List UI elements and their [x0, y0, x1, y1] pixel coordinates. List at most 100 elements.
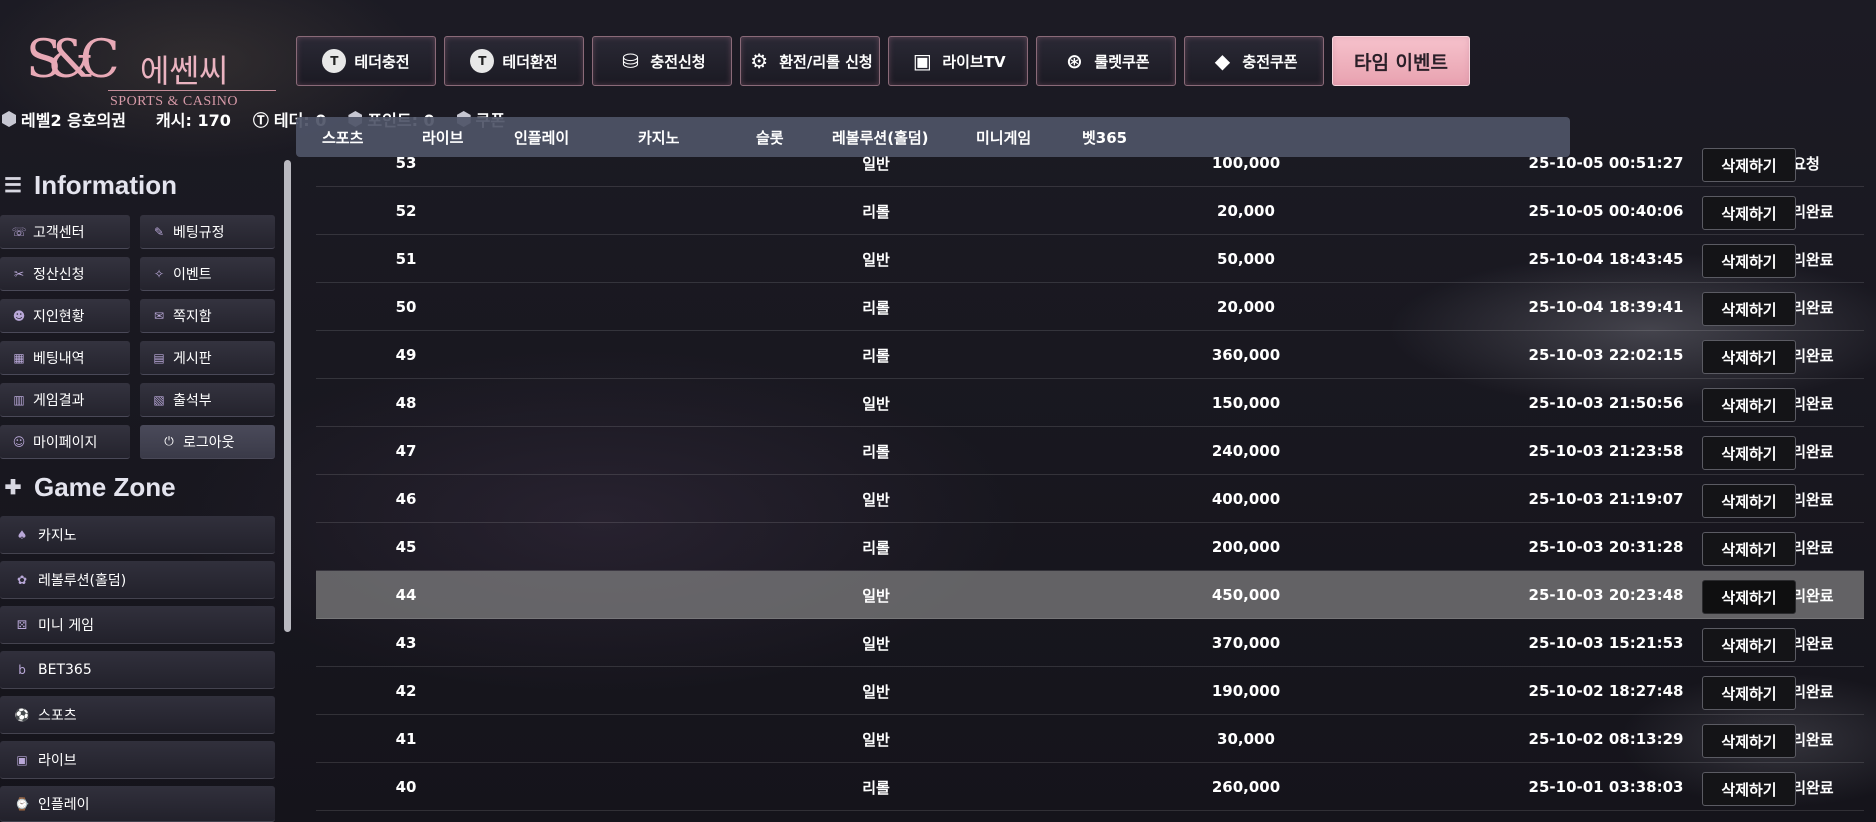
logout-button[interactable]: ⏻ 로그아웃 [140, 425, 275, 459]
delete-button[interactable]: 삭제하기 [1702, 388, 1796, 422]
row-type: 일반 [862, 730, 890, 749]
site-logo[interactable]: S&C 에쎈씨 SPORTS & CASINO [26, 34, 276, 114]
sidebar-item-event[interactable]: ✧ 이벤트 [140, 257, 275, 291]
row-id: 52 [395, 202, 417, 220]
sidebar-item-my-page[interactable]: ☺ 마이페이지 [0, 425, 130, 459]
delete-button[interactable]: 삭제하기 [1702, 340, 1796, 374]
game-item-inplay[interactable]: ⌚ 인플레이 [0, 786, 275, 822]
table-row[interactable]: 45 리롤 200,000 25-10-03 20:31:28 처리완료 삭제하기 [316, 523, 1864, 571]
game-item-revolution-holdem[interactable]: ✿ 레볼루션(홀덤) [0, 561, 275, 599]
sidebar-scrollbar[interactable] [284, 160, 291, 632]
live-tv-button[interactable]: ▣ 라이브TV [888, 36, 1028, 86]
settlement-icon: ✂ [13, 266, 25, 281]
logo-korean: 에쎈씨 [140, 52, 229, 90]
table-row[interactable]: 49 리롤 360,000 25-10-03 22:02:15 처리완료 삭제하기 [316, 331, 1864, 379]
delete-button[interactable]: 삭제하기 [1702, 724, 1796, 758]
table-row[interactable]: 51 일반 50,000 25-10-04 18:43:45 처리완료 삭제하기 [316, 235, 1864, 283]
row-type: 리롤 [862, 442, 890, 461]
information-heading: ☰ Information [0, 170, 177, 201]
delete-button[interactable]: 삭제하기 [1702, 436, 1796, 470]
sidebar-item-label: 베팅내역 [33, 350, 85, 367]
page: S&C 에쎈씨 SPORTS & CASINO T 테더충전 T 테더환전 ⛁ … [0, 0, 1876, 822]
sidebar-item-settlement[interactable]: ✂ 정산신청 [0, 257, 130, 291]
row-date: 25-10-03 21:50:56 [1528, 394, 1684, 412]
row-date: 25-10-03 20:23:48 [1528, 586, 1684, 604]
delete-button[interactable]: 삭제하기 [1702, 484, 1796, 518]
delete-button[interactable]: 삭제하기 [1702, 196, 1796, 230]
table-row[interactable]: 53 일반 100,000 25-10-05 00:51:27 요청 삭제하기 [316, 139, 1864, 187]
row-date: 25-10-03 22:02:15 [1528, 346, 1684, 364]
charge-coupon-button[interactable]: ◆ 충전쿠폰 [1184, 36, 1324, 86]
board-icon: ▤ [153, 350, 165, 365]
table-row[interactable]: 46 일반 400,000 25-10-03 21:19:07 처리완료 삭제하기 [316, 475, 1864, 523]
sidebar-item-messages[interactable]: ✉ 쪽지함 [140, 299, 275, 333]
tether-charge-button[interactable]: T 테더충전 [296, 36, 436, 86]
row-date: 25-10-02 18:27:48 [1528, 682, 1684, 700]
row-type: 일반 [862, 490, 890, 509]
sidebar-item-label: 게시판 [173, 350, 212, 367]
table-row[interactable]: 48 일반 150,000 25-10-03 21:50:56 처리완료 삭제하기 [316, 379, 1864, 427]
table-row[interactable]: 41 일반 30,000 25-10-02 08:13:29 처리완료 삭제하기 [316, 715, 1864, 763]
roulette-coupon-button[interactable]: ⊛ 룰렛쿠폰 [1036, 36, 1176, 86]
row-type: 일반 [862, 682, 890, 701]
row-amount: 360,000 [1211, 346, 1281, 364]
table-row[interactable]: 40 리롤 260,000 25-10-01 03:38:03 처리완료 삭제하기 [316, 763, 1864, 811]
delete-button[interactable]: 삭제하기 [1702, 580, 1796, 614]
row-date: 25-10-05 00:51:27 [1528, 154, 1684, 172]
game-item-bet365[interactable]: b BET365 [0, 651, 275, 689]
charge-request-button[interactable]: ⛁ 충전신청 [592, 36, 732, 86]
delete-button[interactable]: 삭제하기 [1702, 244, 1796, 278]
sidebar-item-customer-center[interactable]: ☏ 고객센터 [0, 215, 130, 249]
delete-button[interactable]: 삭제하기 [1702, 532, 1796, 566]
time-event-button[interactable]: 타임 이벤트 [1332, 36, 1470, 86]
sidebar-item-board[interactable]: ▤ 게시판 [140, 341, 275, 375]
game-item-casino[interactable]: ♠ 카지노 [0, 516, 275, 554]
row-id: 51 [395, 250, 417, 268]
sidebar-item-game-results[interactable]: ▥ 게임결과 [0, 383, 130, 417]
friends-icon: ☻ [12, 308, 26, 323]
table-row[interactable]: 43 일반 370,000 25-10-03 15:21:53 처리완료 삭제하기 [316, 619, 1864, 667]
table-row[interactable]: 52 리롤 20,000 25-10-05 00:40:06 처리완료 삭제하기 [316, 187, 1864, 235]
row-amount: 30,000 [1217, 730, 1275, 748]
table-row[interactable]: 47 리롤 240,000 25-10-03 21:23:58 처리완료 삭제하기 [316, 427, 1864, 475]
charge-coupon-label: 충전쿠폰 [1242, 52, 1298, 71]
row-type: 리롤 [862, 202, 890, 221]
game-item-live[interactable]: ▣ 라이브 [0, 741, 275, 779]
live-tv-label: 라이브TV [942, 52, 1006, 71]
game-item-mini-game[interactable]: ⚄ 미니 게임 [0, 606, 275, 644]
sidebar-item-betting-rules[interactable]: ✎ 베팅규정 [140, 215, 275, 249]
game-item-sports[interactable]: ⚽ 스포츠 [0, 696, 275, 734]
delete-button[interactable]: 삭제하기 [1702, 292, 1796, 326]
sidebar-item-label: 출석부 [173, 392, 212, 409]
row-date: 25-10-02 08:13:29 [1528, 730, 1684, 748]
row-type: 일반 [862, 394, 890, 413]
delete-button[interactable]: 삭제하기 [1702, 628, 1796, 662]
tether-exchange-label: 테더환전 [502, 52, 558, 71]
table-row[interactable]: 50 리롤 20,000 25-10-04 18:39:41 처리완료 삭제하기 [316, 283, 1864, 331]
sidebar-item-friends[interactable]: ☻ 지인현황 [0, 299, 130, 333]
row-date: 25-10-03 21:23:58 [1528, 442, 1684, 460]
delete-button[interactable]: 삭제하기 [1702, 676, 1796, 710]
exchange-reroll-request-label: 환전/리롤 신청 [779, 52, 873, 71]
sidebar-item-label: 고객센터 [33, 224, 85, 241]
table-row[interactable]: 42 일반 190,000 25-10-02 18:27:48 처리완료 삭제하기 [316, 667, 1864, 715]
delete-button[interactable]: 삭제하기 [1702, 148, 1796, 182]
sidebar-item-attendance[interactable]: ▧ 출석부 [140, 383, 275, 417]
game-item-label: 카지노 [38, 527, 77, 544]
delete-button[interactable]: 삭제하기 [1702, 772, 1796, 806]
row-id: 47 [395, 442, 417, 460]
betting-rules-icon: ✎ [153, 224, 165, 239]
row-date: 25-10-03 20:31:28 [1528, 538, 1684, 556]
table-row[interactable]: 44 일반 450,000 25-10-03 20:23:48 처리완료 삭제하기 [316, 571, 1864, 619]
exchange-reroll-request-button[interactable]: ⚙ 환전/리롤 신청 [740, 36, 880, 86]
sidebar-item-betting-history[interactable]: ▦ 베팅내역 [0, 341, 130, 375]
row-date: 25-10-03 15:21:53 [1528, 634, 1684, 652]
tether-exchange-button[interactable]: T 테더환전 [444, 36, 584, 86]
game-item-label: 미니 게임 [38, 617, 94, 634]
row-amount: 200,000 [1211, 538, 1281, 556]
my-page-icon: ☺ [12, 434, 26, 449]
dice-icon: ⚄ [16, 617, 28, 632]
game-item-label: BET365 [38, 661, 92, 678]
game-item-label: 레볼루션(홀덤) [38, 572, 127, 589]
row-type: 리롤 [862, 298, 890, 317]
